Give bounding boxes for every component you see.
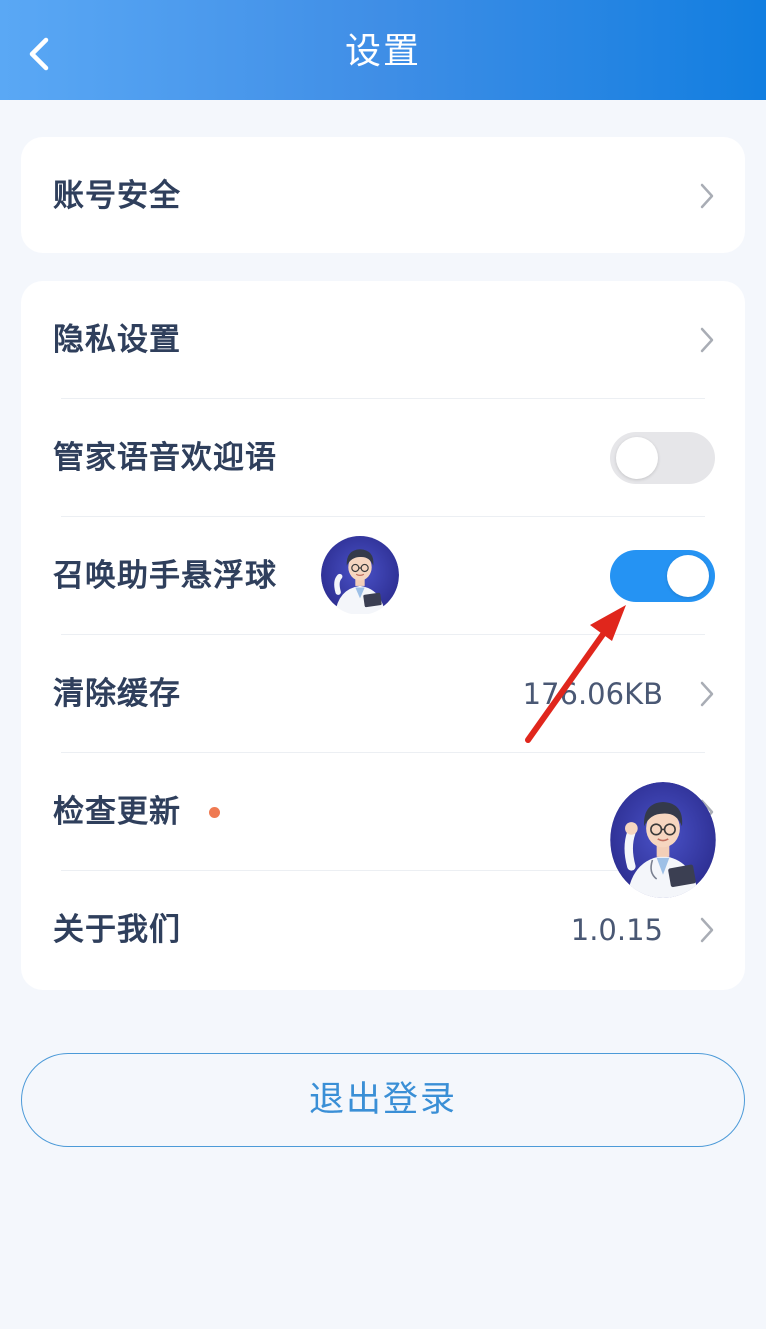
row-account-security[interactable]: 账号安全 [21,137,745,255]
row-label: 账号安全 [53,178,181,214]
row-label: 管家语音欢迎语 [53,440,277,476]
row-voice-welcome: 管家语音欢迎语 [21,399,745,517]
toggle-knob [616,437,658,479]
floating-assistant-toggle[interactable] [610,550,715,602]
floating-assistant-ball[interactable] [610,782,716,898]
account-card: 账号安全 [21,137,745,253]
logout-button[interactable]: 退出登录 [21,1053,745,1147]
row-privacy-settings[interactable]: 隐私设置 [21,281,745,399]
chevron-right-icon [700,183,714,209]
row-clear-cache[interactable]: 清除缓存 176.06KB [21,635,745,753]
chevron-right-icon [700,327,714,353]
row-label: 清除缓存 [53,676,181,712]
page-title: 设置 [344,31,421,72]
header-bar: 设置 [0,0,766,100]
assistant-avatar-icon [321,535,399,615]
row-label: 隐私设置 [53,322,181,358]
cache-size-value: 176.06KB [522,677,663,711]
row-label: 检查更新 [53,794,181,830]
chevron-right-icon [700,681,714,707]
toggle-knob [667,555,709,597]
voice-welcome-toggle[interactable] [610,432,715,484]
settings-page: 设置 账号安全 隐私设置 管家语音欢迎语 召唤助手悬浮球 清除缓存 176.06… [0,0,766,1329]
chevron-right-icon [700,917,714,943]
row-label: 召唤助手悬浮球 [53,558,277,594]
update-badge-dot [209,807,220,818]
row-label: 关于我们 [53,912,181,948]
